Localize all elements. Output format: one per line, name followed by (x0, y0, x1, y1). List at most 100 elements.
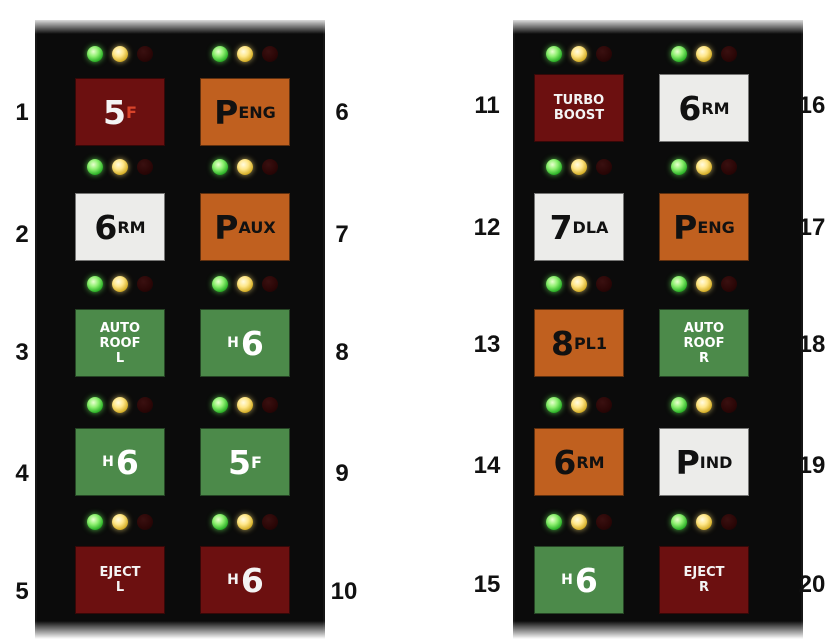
green-led-icon (212, 46, 228, 62)
green-led-icon (212, 514, 228, 530)
red-led-icon (262, 159, 278, 175)
red-led-icon (721, 159, 737, 175)
switch-8-prefix: H (227, 335, 239, 351)
switch-3-button[interactable]: AUTO ROOF L (75, 309, 165, 377)
switch-8-label: 6 (240, 323, 264, 363)
switch-19-label: P (675, 442, 700, 482)
switch-4-button[interactable]: H6 (75, 428, 165, 496)
indicator-row-1 (75, 44, 165, 64)
switch-4-label: 6 (115, 442, 139, 482)
switch-10-prefix: H (227, 572, 239, 588)
green-led-icon (212, 397, 228, 413)
yellow-led-icon (237, 397, 253, 413)
red-led-icon (137, 514, 153, 530)
green-led-icon (546, 397, 562, 413)
label-3: 3 (15, 339, 29, 366)
switch-18-label: AUTO ROOF R (683, 320, 725, 366)
switch-16-label: 6 (678, 88, 701, 128)
green-led-icon (546, 159, 562, 175)
switch-16-button[interactable]: 6 RM (659, 74, 749, 142)
label-7: 7 (335, 221, 349, 248)
green-led-icon (671, 46, 687, 62)
switch-13-sublabel: PL1 (573, 333, 608, 353)
green-led-icon (671, 514, 687, 530)
indicator-row-2 (75, 157, 165, 177)
switch-13-button[interactable]: 8 PL1 (534, 309, 624, 377)
yellow-led-icon (237, 514, 253, 530)
switch-14-button[interactable]: 6 RM (534, 428, 624, 496)
switch-1-button[interactable]: 5F (75, 78, 165, 146)
red-led-icon (721, 276, 737, 292)
red-led-icon (262, 46, 278, 62)
switch-11-label: TURBO BOOST (553, 93, 605, 123)
yellow-led-icon (571, 276, 587, 292)
indicator-row-15 (534, 512, 624, 532)
yellow-led-icon (237, 276, 253, 292)
red-led-icon (262, 514, 278, 530)
indicator-row-9 (200, 395, 290, 415)
switch-17-button[interactable]: P ENG (659, 193, 749, 261)
label-1: 1 (15, 99, 29, 126)
switch-14-sublabel: RM (576, 452, 605, 472)
red-led-icon (721, 514, 737, 530)
yellow-led-icon (696, 514, 712, 530)
green-led-icon (212, 276, 228, 292)
switch-10-label: 6 (240, 560, 264, 600)
indicator-row-13 (534, 274, 624, 294)
label-16: 16 (798, 92, 826, 119)
yellow-led-icon (112, 159, 128, 175)
green-led-icon (87, 514, 103, 530)
indicator-row-10 (200, 512, 290, 532)
yellow-led-icon (112, 514, 128, 530)
switch-17-label: P (673, 207, 697, 247)
label-6: 6 (335, 99, 349, 126)
switch-20-button[interactable]: EJECT R (659, 546, 749, 614)
switch-7-button[interactable]: P AUX (200, 193, 290, 261)
red-led-icon (596, 159, 612, 175)
yellow-led-icon (571, 514, 587, 530)
switch-5-button[interactable]: EJECT L (75, 546, 165, 614)
yellow-led-icon (696, 397, 712, 413)
switch-15-prefix: H (561, 572, 573, 588)
red-led-icon (596, 276, 612, 292)
switch-7-label: P (214, 207, 238, 247)
switch-2-button[interactable]: 6 RM (75, 193, 165, 261)
label-10: 10 (330, 578, 358, 605)
switch-12-button[interactable]: 7 DLA (534, 193, 624, 261)
switch-9-button[interactable]: 5F (200, 428, 290, 496)
switch-11-button[interactable]: TURBO BOOST (534, 74, 624, 142)
indicator-row-7 (200, 157, 290, 177)
label-11: 11 (474, 92, 500, 119)
green-led-icon (87, 46, 103, 62)
yellow-led-icon (112, 397, 128, 413)
switch-2-label: 6 (94, 207, 117, 247)
switch-6-label: P (214, 92, 238, 132)
yellow-led-icon (696, 159, 712, 175)
indicator-row-8 (200, 274, 290, 294)
green-led-icon (87, 159, 103, 175)
switch-18-button[interactable]: AUTO ROOF R (659, 309, 749, 377)
switch-19-button[interactable]: P IND (659, 428, 749, 496)
green-led-icon (87, 397, 103, 413)
switch-6-button[interactable]: P ENG (200, 78, 290, 146)
label-18: 18 (798, 331, 826, 358)
switch-16-sublabel: RM (701, 98, 730, 118)
switch-1-sublabel: F (126, 102, 137, 122)
switch-1-label: 5 (103, 92, 126, 132)
switch-14-label: 6 (553, 442, 576, 482)
switch-10-button[interactable]: H6 (200, 546, 290, 614)
yellow-led-icon (112, 46, 128, 62)
indicator-row-14 (534, 395, 624, 415)
indicator-row-20 (659, 512, 749, 532)
switch-15-button[interactable]: H6 (534, 546, 624, 614)
yellow-led-icon (237, 46, 253, 62)
label-5: 5 (15, 578, 29, 605)
indicator-row-11 (534, 44, 624, 64)
label-20: 20 (798, 571, 826, 598)
switch-8-button[interactable]: H6 (200, 309, 290, 377)
green-led-icon (546, 46, 562, 62)
switch-15-label: 6 (574, 560, 598, 600)
indicator-row-16 (659, 44, 749, 64)
green-led-icon (212, 159, 228, 175)
switch-20-label: EJECT R (683, 565, 725, 595)
